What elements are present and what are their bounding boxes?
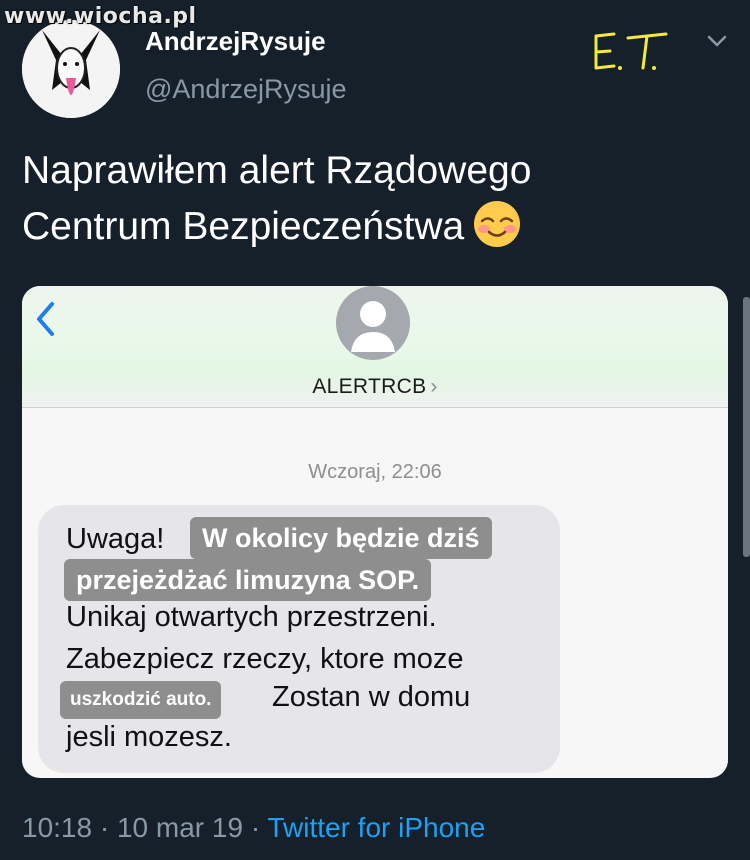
message-line-3: Unikaj otwartych przestrzeni. [66,601,437,633]
meta-separator: · [92,812,117,843]
tweet-text-line-2: Centrum Bezpieczeństwa [22,199,722,255]
message-timestamp: Wczoraj, 22:06 [308,461,442,483]
redaction-overlay-2: przejeżdżać limuzyna SOP. [64,559,432,601]
scrollbar[interactable] [743,297,750,557]
message-line-5: Zostan w domu [272,681,471,713]
tweet-source-link[interactable]: Twitter for iPhone [267,812,485,843]
message-bubble[interactable]: Uwaga! W okolicy będzie dziś przejeżdżać… [38,505,560,773]
message-line-4: Zabezpiecz rzeczy, ktore moze [66,643,464,675]
back-chevron-icon[interactable] [34,300,56,338]
tweet-media-image[interactable]: ALERTRCB › Wczoraj, 22:06 Uwaga! W okolic… [22,286,728,778]
redaction-overlay-3: uszkodzić auto. [60,681,222,719]
tweet-text-line-2-text: Centrum Bezpieczeństwa [22,205,465,248]
tweet-meta: 10:18 · 10 mar 19 · Twitter for iPhone [22,812,485,844]
tweet-text-line-1: Naprawiłem alert Rządowego [22,149,532,192]
avatar-drawing-icon [22,20,120,118]
chevron-down-icon[interactable] [706,34,728,48]
tweet-text: Naprawiłem alert Rządowego Centrum Bezpi… [22,143,722,255]
redaction-overlay-1: W okolicy będzie dziś [190,517,492,559]
person-silhouette-icon[interactable] [334,286,412,360]
tweet-date[interactable]: 10 mar 19 [117,812,243,843]
author-display-name[interactable]: AndrzejRysuje [145,26,326,57]
message-prefix: Uwaga! [66,523,165,555]
handwritten-annotation [594,32,668,70]
meta-separator: · [243,812,268,843]
contact-name[interactable]: ALERTRCB › [22,375,728,399]
contact-name-text: ALERTRCB [312,375,427,398]
watermark: www.wiocha.pl [4,4,197,29]
contact-chevron-icon: › [430,375,438,398]
tweet-time[interactable]: 10:18 [22,812,92,843]
message-line-6: jesli mozesz. [66,721,232,753]
smiling-face-with-blush-emoji [474,201,521,247]
author-handle[interactable]: @AndrzejRysuje [145,74,347,105]
messages-header: ALERTRCB › [22,286,728,408]
author-avatar[interactable] [22,20,120,118]
